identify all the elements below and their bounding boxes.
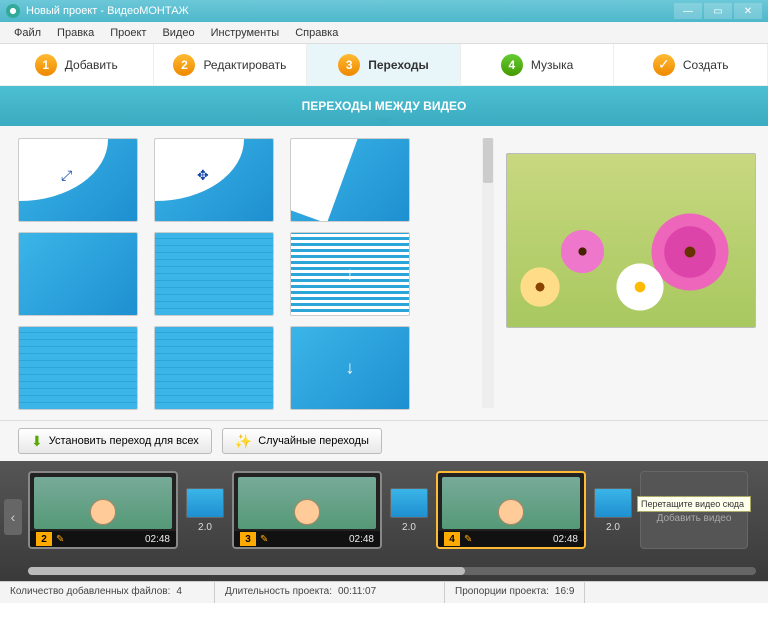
clip-number: 2 [36,532,52,546]
transition-thumb[interactable] [290,232,410,316]
clip-time: 02:48 [145,534,170,545]
pencil-icon: ✎ [56,534,64,545]
step-1-icon: 1 [35,54,57,76]
transition-thumb[interactable] [154,326,274,410]
status-files: Количество добавленных файлов:4 [0,582,215,603]
transition-duration: 2.0 [606,522,620,533]
drag-tooltip: Перетащите видео сюда [637,496,751,512]
transition-thumb[interactable]: ⤢ [18,138,138,222]
menu-file[interactable]: Файл [6,24,49,42]
tab-music[interactable]: 4 Музыка [461,44,615,85]
tab-add-label: Добавить [65,58,118,72]
tab-music-label: Музыка [531,58,573,72]
app-icon [6,4,20,18]
timeline-prev-button[interactable]: ‹ [4,499,22,535]
timeline-clip[interactable]: 4 ✎ 02:48 [436,471,586,549]
clip-number: 3 [240,532,256,546]
tab-create-label: Создать [683,58,729,72]
step-5-icon: ✓ [653,54,675,76]
transition-thumb[interactable] [290,138,410,222]
preview-panel [498,126,768,420]
transition-thumb[interactable]: ✥ [154,138,274,222]
main-area: ⤢ ✥ [0,126,768,421]
apply-all-button[interactable]: ⬇ Установить переход для всех [18,428,212,454]
step-2-icon: 2 [173,54,195,76]
menu-project[interactable]: Проект [102,24,154,42]
download-icon: ⬇ [31,433,43,450]
tab-create[interactable]: ✓ Создать [614,44,768,85]
timeline-transition: 2.0 [388,471,430,549]
tab-edit[interactable]: 2 Редактировать [154,44,308,85]
flower-decoration [515,262,565,312]
section-header: ПЕРЕХОДЫ МЕЖДУ ВИДЕО [0,86,768,126]
apply-all-label: Установить переход для всех [49,435,199,447]
move-icon: ✥ [197,167,209,184]
menubar: Файл Правка Проект Видео Инструменты Спр… [0,22,768,44]
transition-duration: 2.0 [198,522,212,533]
status-duration: Длительность проекта:00:11:07 [215,582,445,603]
close-button[interactable]: ✕ [734,3,762,19]
menu-help[interactable]: Справка [287,24,346,42]
transition-thumb[interactable] [154,232,274,316]
timeline-clip[interactable]: 2 ✎ 02:48 [28,471,178,549]
tab-add[interactable]: 1 Добавить [0,44,154,85]
transition-box[interactable] [594,488,632,518]
add-clip-button[interactable]: ▦ Перетащите видео сюда Добавить видео [640,471,748,549]
gallery-scrollbar[interactable] [482,138,494,408]
expand-icon: ⤢ [61,167,72,184]
sparkle-icon: ✨ [235,433,252,450]
add-clip-label: Добавить видео [657,513,732,524]
clip-time: 02:48 [553,534,578,545]
step-4-icon: 4 [501,54,523,76]
maximize-button[interactable]: ▭ [704,3,732,19]
transition-box[interactable] [390,488,428,518]
menu-edit[interactable]: Правка [49,24,102,42]
clip-number: 4 [444,532,460,546]
timeline-scrollbar[interactable] [28,567,756,575]
transition-box[interactable] [186,488,224,518]
step-3-icon: 3 [338,54,360,76]
pencil-icon: ✎ [464,534,472,545]
transition-duration: 2.0 [402,522,416,533]
titlebar: Новый проект - ВидеоМОНТАЖ — ▭ ✕ [0,0,768,22]
random-label: Случайные переходы [258,435,369,447]
timeline-transition: 2.0 [592,471,634,549]
flower-decoration [610,257,670,317]
timeline-clip[interactable]: 3 ✎ 02:48 [232,471,382,549]
step-tabs: 1 Добавить 2 Редактировать 3 Переходы 4 Музы… [0,44,768,86]
section-title: ПЕРЕХОДЫ МЕЖДУ ВИДЕО [302,99,467,113]
tab-edit-label: Редактировать [203,58,286,72]
timeline-transition: 2.0 [184,471,226,549]
transition-gallery: ⤢ ✥ [0,126,498,420]
minimize-button[interactable]: — [674,3,702,19]
status-bar: Количество добавленных файлов:4 Длительн… [0,581,768,603]
button-row: ⬇ Установить переход для всех ✨ Случайные … [0,421,768,461]
transition-thumb[interactable] [18,326,138,410]
pencil-icon: ✎ [260,534,268,545]
menu-video[interactable]: Видео [154,24,202,42]
menu-tools[interactable]: Инструменты [203,24,288,42]
random-button[interactable]: ✨ Случайные переходы [222,428,382,454]
status-proportions: Пропорции проекта:16:9 [445,582,585,603]
tab-transitions-label: Переходы [368,58,429,72]
timeline: ‹ 2 ✎ 02:48 2.0 3 ✎ 02:48 2.0 4 ✎ 02:48 2.0 ▦ … [0,461,768,581]
transition-thumb[interactable] [18,232,138,316]
transition-thumb[interactable] [290,326,410,410]
window-title: Новый проект - ВидеоМОНТАЖ [26,5,672,17]
flower-decoration [555,224,610,279]
preview-image [506,153,756,328]
clip-time: 02:48 [349,534,374,545]
tab-transitions[interactable]: 3 Переходы [307,44,461,85]
